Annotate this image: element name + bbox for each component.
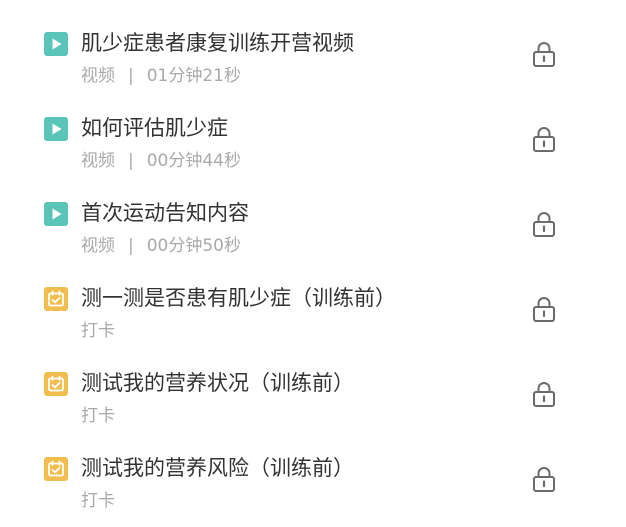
calendar-checkin-icon bbox=[44, 372, 68, 396]
lesson-item[interactable]: 测试我的营养风险（训练前） 打卡 bbox=[0, 425, 626, 513]
play-video-icon bbox=[44, 32, 68, 56]
play-video-icon bbox=[44, 202, 68, 226]
lock-icon bbox=[533, 126, 555, 152]
lesson-list: 肌少症患者康复训练开营视频 视频 | 01分钟21秒 如何评估肌少症 视频 | 00分钟… bbox=[0, 0, 626, 527]
lock-icon bbox=[533, 41, 555, 67]
calendar-checkin-icon bbox=[44, 457, 68, 481]
lesson-duration: 00分钟44秒 bbox=[146, 151, 241, 171]
lesson-item[interactable]: 首次运动告知内容 视频 | 00分钟50秒 bbox=[0, 170, 626, 256]
play-video-icon bbox=[44, 117, 68, 141]
lock-icon bbox=[533, 381, 555, 407]
lesson-title: 测试我的营养状况（训练前） bbox=[81, 371, 354, 395]
lock-icon bbox=[533, 466, 555, 492]
lesson-title: 测试我的营养风险（训练前） bbox=[81, 456, 354, 480]
lesson-item[interactable]: 测试我的营养状况（训练前） 打卡 bbox=[0, 340, 626, 426]
lesson-title: 测一测是否患有肌少症（训练前） bbox=[81, 286, 396, 310]
lesson-item[interactable]: 测一测是否患有肌少症（训练前） 打卡 bbox=[0, 255, 626, 341]
lesson-type: 打卡 bbox=[81, 491, 115, 511]
lesson-title: 首次运动告知内容 bbox=[81, 201, 249, 225]
lock-icon bbox=[533, 296, 555, 322]
lesson-type: 视频 bbox=[81, 66, 115, 86]
lesson-title: 如何评估肌少症 bbox=[81, 116, 228, 140]
lesson-type: 打卡 bbox=[81, 321, 115, 341]
lesson-duration: 01分钟21秒 bbox=[146, 66, 241, 86]
lesson-type: 视频 bbox=[81, 236, 115, 256]
calendar-checkin-icon bbox=[44, 287, 68, 311]
lesson-title: 肌少症患者康复训练开营视频 bbox=[81, 31, 354, 55]
lock-icon bbox=[533, 211, 555, 237]
lesson-type: 视频 bbox=[81, 151, 115, 171]
lesson-type: 打卡 bbox=[81, 406, 115, 426]
lesson-meta: 打卡 bbox=[81, 489, 115, 513]
lesson-duration: 00分钟50秒 bbox=[146, 236, 241, 256]
lesson-item[interactable]: 如何评估肌少症 视频 | 00分钟44秒 bbox=[0, 85, 626, 171]
lesson-item[interactable]: 肌少症患者康复训练开营视频 视频 | 01分钟21秒 bbox=[0, 0, 626, 86]
